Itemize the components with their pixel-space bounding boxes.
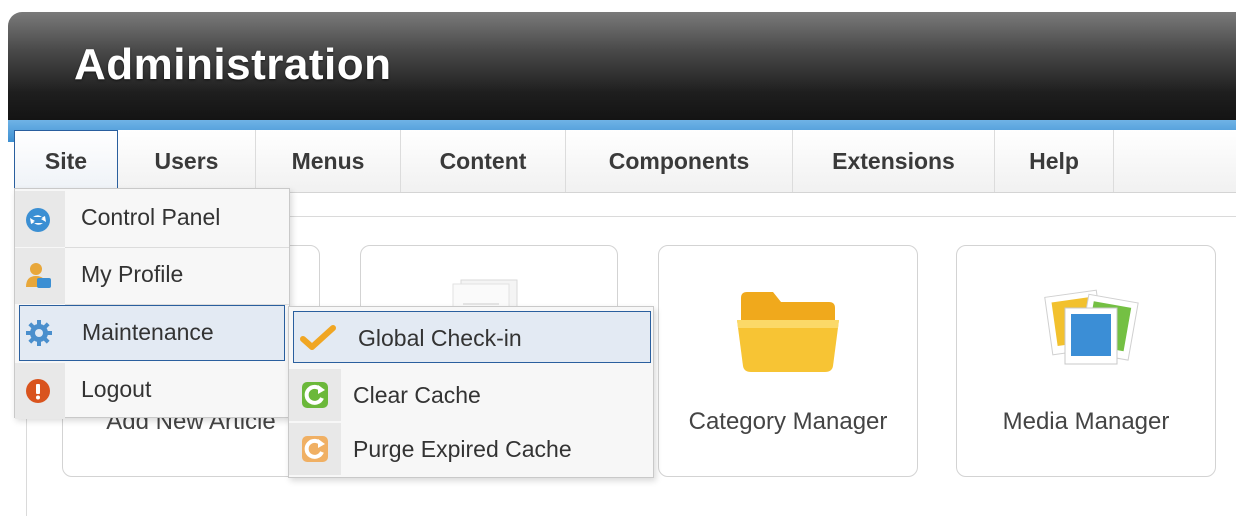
header: Administration bbox=[8, 12, 1236, 120]
menu-item-purge-expired-cache[interactable]: Purge Expired Cache bbox=[289, 423, 653, 475]
card-label: Media Manager bbox=[1002, 408, 1170, 435]
menu-item-label: Clear Cache bbox=[353, 382, 481, 408]
media-manager-card[interactable]: Media Manager bbox=[956, 245, 1216, 477]
menu-item-label: Global Check-in bbox=[358, 325, 522, 351]
menu-extensions[interactable]: Extensions bbox=[793, 130, 995, 192]
menu-item-label: My Profile bbox=[81, 261, 184, 287]
checkmark-icon bbox=[300, 324, 336, 357]
user-profile-icon bbox=[23, 260, 53, 295]
menu-item-label: Maintenance bbox=[82, 319, 214, 345]
menu-item-label: Control Panel bbox=[81, 204, 221, 230]
menu-item-label: Logout bbox=[81, 376, 152, 402]
menu-item-maintenance[interactable]: Maintenance bbox=[19, 305, 285, 361]
menu-site[interactable]: Site bbox=[14, 130, 118, 192]
refresh-green-icon bbox=[301, 381, 329, 414]
menu-item-clear-cache[interactable]: Clear Cache bbox=[289, 369, 653, 421]
page-title: Administration bbox=[74, 40, 392, 89]
menu-content[interactable]: Content bbox=[401, 130, 566, 192]
site-dropdown-menu: Control Panel My Profile Maintenance Log… bbox=[14, 188, 290, 419]
folder-icon bbox=[733, 284, 843, 374]
media-icon bbox=[1031, 286, 1141, 370]
menu-menus[interactable]: Menus bbox=[256, 130, 401, 192]
logout-icon bbox=[25, 378, 51, 409]
control-panel-icon bbox=[25, 207, 51, 238]
card-label: Category Manager bbox=[688, 408, 888, 435]
menu-item-control-panel[interactable]: Control Panel bbox=[15, 191, 289, 247]
gear-icon bbox=[24, 318, 54, 353]
main-menu-bar: Site Users Menus Content Components Exte… bbox=[14, 130, 1236, 193]
menu-users[interactable]: Users bbox=[118, 130, 256, 192]
maintenance-submenu: Global Check-in Clear Cache Purge Expire… bbox=[288, 306, 654, 478]
menu-item-my-profile[interactable]: My Profile bbox=[15, 248, 289, 304]
refresh-orange-icon bbox=[301, 435, 329, 468]
menu-item-label: Purge Expired Cache bbox=[353, 436, 572, 462]
menu-item-global-check-in[interactable]: Global Check-in bbox=[293, 311, 651, 363]
menu-components[interactable]: Components bbox=[566, 130, 793, 192]
category-manager-card[interactable]: Category Manager bbox=[658, 245, 918, 477]
menu-item-logout[interactable]: Logout bbox=[15, 363, 289, 419]
menu-help[interactable]: Help bbox=[995, 130, 1114, 192]
